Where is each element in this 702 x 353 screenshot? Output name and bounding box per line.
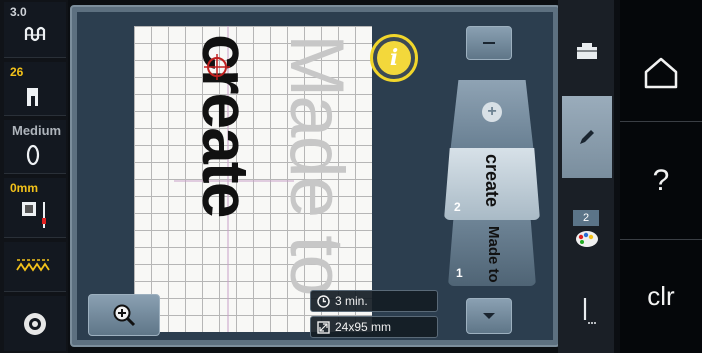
needle-stitch-icon: [583, 298, 596, 324]
hoop-needle-icon: [22, 202, 46, 228]
color-count: 2: [573, 210, 599, 226]
time-display: 3 min.: [310, 290, 438, 312]
needle-depth-value: 0mm: [10, 181, 39, 195]
edit-tab[interactable]: [562, 96, 612, 178]
needle-depth-cell[interactable]: 0mm: [4, 178, 66, 238]
clear-label: clr: [647, 280, 675, 311]
scroll-up-button[interactable]: [466, 26, 512, 60]
zoom-button[interactable]: [88, 294, 160, 336]
hoop-canvas[interactable]: Made to create: [134, 26, 372, 332]
size-value: 24x95 mm: [335, 320, 392, 334]
folder-icon: [577, 43, 597, 59]
layer-2[interactable]: 2 create: [444, 148, 540, 220]
file-button[interactable]: [562, 10, 612, 92]
color-button[interactable]: 2: [562, 186, 612, 268]
stitch-pattern-icon: [24, 26, 46, 42]
stitch-plate-cell[interactable]: 26: [4, 62, 66, 116]
magnifier-plus-icon: [113, 304, 136, 327]
minus-icon: [483, 42, 495, 44]
clear-button[interactable]: clr: [620, 240, 702, 352]
help-label: ?: [652, 163, 670, 197]
info-button[interactable]: i: [370, 34, 418, 82]
layer-2-number: 2: [454, 200, 461, 214]
needle-position-value: 3.0: [10, 5, 27, 19]
info-icon: i: [377, 41, 411, 75]
zigzag-cell[interactable]: [4, 242, 66, 292]
color-indicator: 2: [569, 202, 605, 252]
stitch-plate-value: 26: [10, 65, 24, 79]
design-back-text-box: Made to: [272, 32, 362, 332]
home-button[interactable]: [620, 24, 702, 122]
home-icon: [644, 57, 678, 88]
status-sidebar: 3.0 26 Medium 0mm: [0, 0, 68, 353]
palette-icon: [576, 231, 598, 247]
zigzag-stitch-icon: [16, 259, 50, 272]
size-display: 24x95 mm: [310, 316, 438, 338]
design-back-text: Made to: [274, 34, 359, 295]
stitch-out-button[interactable]: [562, 270, 612, 352]
time-value: 3 min.: [335, 294, 368, 308]
help-button[interactable]: ?: [620, 122, 702, 240]
resize-icon: [317, 320, 330, 334]
add-layer-slot[interactable]: +: [450, 80, 534, 154]
scroll-down-button[interactable]: [466, 298, 512, 334]
navigation-panel: ? clr: [620, 0, 702, 353]
needle-position-cell[interactable]: 3.0: [4, 2, 66, 58]
tension-value: Medium: [12, 123, 62, 138]
tool-panel: 2: [558, 0, 614, 353]
spool-cell[interactable]: [4, 296, 66, 351]
tension-cell[interactable]: Medium: [4, 120, 66, 174]
clock-icon: [317, 294, 330, 308]
layer-1-number: 1: [456, 266, 463, 280]
crosshair-icon: [204, 54, 230, 80]
chevron-down-icon: [483, 313, 495, 319]
bobbin-icon: [26, 144, 40, 166]
layer-2-text: create: [482, 154, 502, 208]
pencil-icon: [580, 130, 594, 144]
presser-foot-icon: [27, 88, 38, 106]
layer-1[interactable]: 1 Made to: [448, 220, 536, 286]
thread-spool-icon: [24, 313, 46, 335]
add-icon: +: [482, 102, 502, 122]
layer-1-text: Made to: [485, 226, 502, 283]
